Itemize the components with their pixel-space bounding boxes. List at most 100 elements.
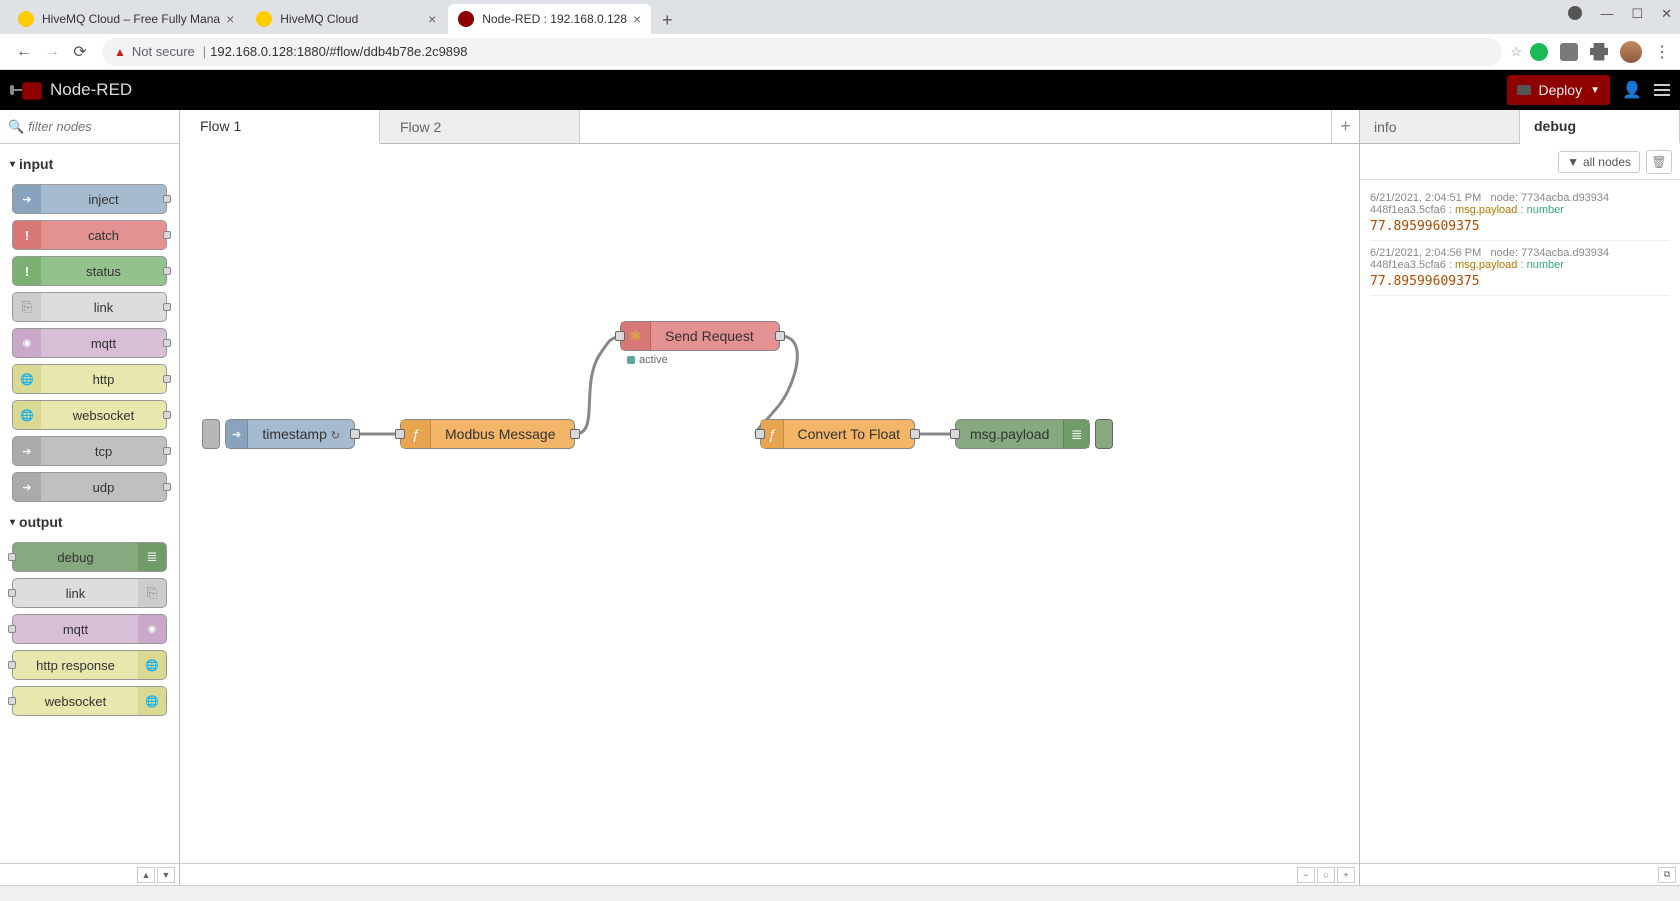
palette-node-link-in[interactable]: link [12,292,167,322]
filter-input[interactable] [28,119,171,134]
filter-label: all nodes [1583,155,1631,169]
debug-toggle-button[interactable] [1095,419,1113,449]
tcp-icon [13,437,41,465]
node-label: catch [41,228,166,243]
port-icon [8,661,16,669]
browser-tab-hivemq-cloud[interactable]: HiveMQ Cloud × [246,4,446,34]
msg-node[interactable]: node: 7734acba.d93934 [1490,247,1609,259]
extension-grammarly-icon[interactable] [1530,43,1548,61]
palette-category-output[interactable]: output [0,508,179,536]
browser-tab-nodered[interactable]: Node-RED : 192.168.0.128 × [448,4,651,34]
close-icon[interactable]: × [633,11,641,27]
palette-node-mqtt-in[interactable]: mqtt [12,328,167,358]
palette-collapse-up-button[interactable]: ▲ [137,867,155,883]
debug-filter-button[interactable]: ▼ all nodes [1558,151,1640,173]
debug-message[interactable]: 6/21/2021, 2:04:56 PM node: 7734acba.d93… [1370,241,1670,296]
palette-node-inject[interactable]: inject [12,184,167,214]
input-port[interactable] [615,331,625,341]
output-port[interactable] [570,429,580,439]
clear-debug-button[interactable]: 🗑 [1646,150,1672,174]
input-port[interactable] [950,429,960,439]
node-serial-send-request[interactable]: Send Request active [620,321,780,351]
msg-path: msg.payload [1455,259,1517,271]
palette-node-http-in[interactable]: http [12,364,167,394]
user-icon[interactable]: 👤 [1620,80,1644,100]
status-icon [13,257,41,285]
debug-message[interactable]: 6/21/2021, 2:04:51 PM node: 7734acba.d93… [1370,186,1670,241]
output-port[interactable] [775,331,785,341]
favicon-nodered [458,11,474,27]
zoom-in-button[interactable]: + [1337,867,1355,883]
node-label: Modbus Message [431,426,570,442]
profile-avatar[interactable] [1620,41,1642,63]
reload-button[interactable]: ⟳ [66,38,94,66]
msg-topic: 448f1ea3.5cfa6 [1370,204,1446,216]
http-icon [13,365,41,393]
browser-tab-hivemq-free[interactable]: HiveMQ Cloud – Free Fully Mana × [8,4,244,34]
tab-title: Node-RED : 192.168.0.128 [482,12,627,26]
sidebar-popout-button[interactable]: ⧉ [1658,867,1676,883]
palette-node-udp-in[interactable]: udp [12,472,167,502]
palette-collapse-down-button[interactable]: ▼ [157,867,175,883]
msg-node[interactable]: node: 7734acba.d93934 [1490,192,1609,204]
minimize-icon[interactable]: — [1600,6,1613,22]
node-label: tcp [41,444,166,459]
palette-node-link-out[interactable]: link [12,578,167,608]
tab-flow-2[interactable]: Flow 2 [380,110,580,143]
new-tab-button[interactable]: + [653,6,681,34]
palette-node-status[interactable]: status [12,256,167,286]
msg-type: number [1527,259,1564,271]
back-button[interactable]: ← [10,38,38,66]
palette-search[interactable]: 🔍 [0,110,179,144]
palette-category-input[interactable]: input [0,150,179,178]
output-port[interactable] [350,429,360,439]
favicon-hivemq [18,11,34,27]
palette-node-websocket-in[interactable]: websocket [12,400,167,430]
flow-canvas[interactable]: timestamp Modbus Message Send Request ac… [180,144,1359,863]
extension-icon[interactable] [1560,43,1578,61]
extensions-menu-icon[interactable] [1590,43,1608,61]
zoom-reset-button[interactable]: ○ [1317,867,1335,883]
incognito-icon[interactable] [1568,6,1582,20]
menu-icon[interactable] [1654,84,1670,96]
palette-node-http-response[interactable]: http response [12,650,167,680]
node-inject-timestamp[interactable]: timestamp [225,419,355,449]
node-debug-msg-payload[interactable]: msg.payload [955,419,1090,449]
chrome-menu-icon[interactable]: ⋮ [1654,42,1670,62]
inject-trigger-button[interactable] [202,419,220,449]
tab-debug[interactable]: debug [1520,110,1680,144]
tab-title: HiveMQ Cloud – Free Fully Mana [42,12,220,26]
input-port[interactable] [755,429,765,439]
port-icon [163,267,171,275]
palette-node-websocket-out[interactable]: websocket [12,686,167,716]
node-label: debug [13,550,138,565]
zoom-out-button[interactable]: − [1297,867,1315,883]
tab-info[interactable]: info [1360,110,1520,143]
close-window-icon[interactable]: ✕ [1661,6,1672,22]
palette-node-catch[interactable]: catch [12,220,167,250]
deploy-button[interactable]: Deploy ▼ [1507,75,1611,105]
maximize-icon[interactable]: ☐ [1631,6,1643,22]
palette-node-mqtt-out[interactable]: mqtt [12,614,167,644]
tab-flow-1[interactable]: Flow 1 [180,110,380,144]
output-port[interactable] [910,429,920,439]
mqtt-icon [138,615,166,643]
logo-icon [10,80,42,100]
input-port[interactable] [395,429,405,439]
add-flow-button[interactable]: + [1331,110,1359,143]
url-field[interactable]: ▲ Not secure | 192.168.0.128:1880/#flow/… [102,38,1502,66]
deploy-icon [1517,85,1531,95]
forward-button[interactable]: → [38,38,66,66]
port-icon [163,375,171,383]
http-icon [138,651,166,679]
palette-node-tcp-in[interactable]: tcp [12,436,167,466]
close-icon[interactable]: × [428,11,436,27]
port-icon [8,697,16,705]
node-function-modbus-message[interactable]: Modbus Message [400,419,575,449]
bookmark-icon[interactable]: ☆ [1510,44,1522,60]
palette-node-debug[interactable]: debug [12,542,167,572]
debug-messages[interactable]: 6/21/2021, 2:04:51 PM node: 7734acba.d93… [1360,180,1680,863]
node-function-convert-to-float[interactable]: Convert To Float [760,419,915,449]
close-icon[interactable]: × [226,11,234,27]
window-controls: — ☐ ✕ [1568,6,1672,22]
